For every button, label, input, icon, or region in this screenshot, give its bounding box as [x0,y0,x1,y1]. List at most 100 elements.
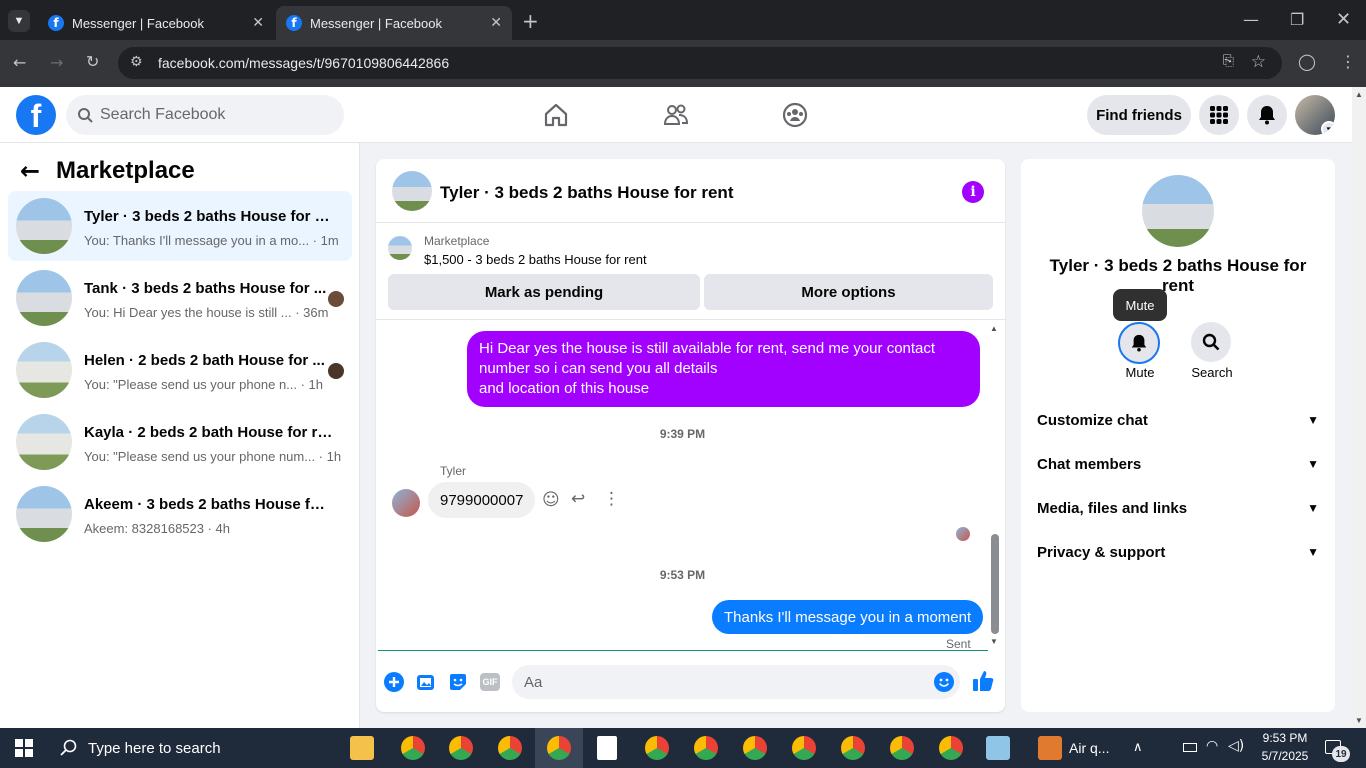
profile-icon[interactable]: ◯ [1298,52,1316,71]
more-options-button[interactable]: More options [704,274,993,310]
listing-thumbnail[interactable] [388,236,412,260]
scroll-up-icon[interactable]: ▲ [990,324,998,333]
chrome-menu-icon[interactable]: ⋮ [1340,52,1356,71]
document-icon[interactable] [597,736,617,760]
incoming-message[interactable]: 9799000007 [428,482,536,518]
conversation-item[interactable]: Tank · 3 beds 2 baths House for ... You:… [8,263,352,333]
facebook-logo-icon[interactable]: f [16,95,56,135]
minimize-icon[interactable]: — [1243,10,1259,29]
explorer-icon[interactable] [350,736,374,760]
tray-chevron-icon[interactable]: ∧ [1133,739,1143,755]
chrome-icon[interactable] [890,736,914,760]
new-tab-icon[interactable]: + [522,9,539,33]
chrome-icon[interactable] [498,736,522,760]
seen-avatar [956,527,970,541]
friends-icon[interactable] [662,101,690,129]
listing-price[interactable]: $1,500 - 3 beds 2 baths House for rent [424,252,647,267]
mute-button[interactable] [1118,322,1160,364]
scroll-down-icon[interactable]: ▼ [1355,716,1363,725]
listing-label: Marketplace [424,234,490,248]
conversation-item[interactable]: Akeem · 3 beds 2 baths House for ... Ake… [8,479,352,549]
close-window-icon[interactable]: ✕ [1336,9,1351,30]
outgoing-message[interactable]: Thanks I'll message you in a moment [712,600,984,634]
clock-date[interactable]: 5/7/2025 [1255,749,1315,763]
chat-title[interactable]: Tyler · 3 beds 2 baths House for rent [440,183,733,203]
message-input[interactable]: Aa [512,665,960,699]
bookmark-star-icon[interactable]: ☆ [1251,52,1266,72]
weather-text[interactable]: Air q... [1069,740,1109,756]
chrome-icon[interactable] [694,736,718,760]
media-files-links-section[interactable]: Media, files and links ▼ [1037,490,1319,526]
back-arrow-icon[interactable]: ← [20,157,40,185]
conversation-title: Tank · 3 beds 2 baths House for ... [84,280,327,297]
reload-icon[interactable]: ↻ [86,52,99,71]
customize-chat-section[interactable]: Customize chat ▼ [1037,402,1319,438]
account-avatar[interactable]: ▼ [1295,95,1335,135]
close-tab-icon[interactable]: ✕ [490,14,502,31]
search-conversation-button[interactable] [1191,322,1231,362]
mark-as-pending-button[interactable]: Mark as pending [388,274,700,310]
install-app-icon[interactable]: ⎘ [1223,53,1234,69]
chrome-icon[interactable] [939,736,963,760]
home-icon[interactable] [542,101,570,129]
info-icon[interactable]: i [962,181,984,203]
taskbar-search-box[interactable]: Type here to search [48,728,348,768]
volume-icon[interactable]: ◁) [1228,738,1244,754]
site-info-icon[interactable]: ⚙ [130,54,143,70]
groups-icon[interactable] [781,101,809,129]
menu-button[interactable] [1199,95,1239,135]
windows-start-icon[interactable] [15,739,33,757]
forward-icon[interactable]: → [50,53,63,72]
scroll-up-icon[interactable]: ▲ [1355,90,1363,99]
browser-tab-1[interactable]: f Messenger | Facebook ✕ [38,6,274,40]
chrome-icon[interactable] [401,736,425,760]
like-thumb-icon[interactable] [972,670,994,692]
chrome-icon[interactable] [743,736,767,760]
facebook-favicon-icon: f [286,15,302,31]
maximize-icon[interactable]: ❐ [1290,10,1304,29]
chevron-down-icon: ▼ [1307,457,1319,471]
chrome-icon[interactable] [841,736,865,760]
section-label: Chat members [1037,455,1142,473]
gif-icon[interactable]: GIF [480,673,500,691]
profile-avatar[interactable] [1142,175,1214,247]
chrome-icon[interactable] [547,736,571,760]
outgoing-message[interactable]: Hi Dear yes the house is still available… [467,331,980,407]
photo-icon[interactable] [416,672,436,692]
clock-time[interactable]: 9:53 PM [1255,731,1315,745]
conversation-item[interactable]: Helen · 2 beds 2 bath House for ... You:… [8,335,352,405]
chrome-icon[interactable] [449,736,473,760]
chrome-icon[interactable] [792,736,816,760]
chrome-icon[interactable] [645,736,669,760]
browser-tab-2[interactable]: f Messenger | Facebook ✕ [276,6,512,40]
notifications-button[interactable] [1247,95,1287,135]
back-icon[interactable]: ← [13,53,26,72]
search-input[interactable]: Search Facebook [66,95,344,135]
emoji-icon[interactable] [934,672,954,692]
chevron-down-icon: ▼ [1307,501,1319,515]
sender-avatar[interactable] [392,489,420,517]
conversation-item[interactable]: Tyler · 3 beds 2 baths House for rent Yo… [8,191,352,261]
notepad-icon[interactable] [986,736,1010,760]
close-tab-icon[interactable]: ✕ [252,14,264,31]
message-text: 9799000007 [440,491,524,509]
weather-icon[interactable] [1038,736,1062,760]
page-scrollbar[interactable]: ▲ ▼ [1352,87,1366,728]
privacy-support-section[interactable]: Privacy & support ▼ [1037,534,1319,570]
chat-scrollbar[interactable]: ▲ ▼ [990,324,1000,649]
conversation-item[interactable]: Kayla · 2 beds 2 bath House for rent You… [8,407,352,477]
chat-members-section[interactable]: Chat members ▼ [1037,446,1319,482]
address-bar[interactable]: ⚙ facebook.com/messages/t/96701098064428… [118,47,1282,79]
battery-icon[interactable] [1183,743,1197,752]
react-icon[interactable]: ☺ [542,490,560,510]
more-actions-icon[interactable]: ⋮ [603,489,620,509]
reply-icon[interactable]: ↩ [571,489,585,509]
find-friends-button[interactable]: Find friends [1087,95,1191,135]
chat-avatar[interactable] [392,171,432,211]
scroll-down-icon[interactable]: ▼ [990,637,998,646]
tab-search-icon[interactable]: ▼ [8,10,30,32]
sticker-icon[interactable] [448,672,468,692]
scroll-thumb[interactable] [991,534,999,634]
plus-icon[interactable] [384,672,404,692]
wifi-icon[interactable]: ◠ [1206,738,1218,754]
